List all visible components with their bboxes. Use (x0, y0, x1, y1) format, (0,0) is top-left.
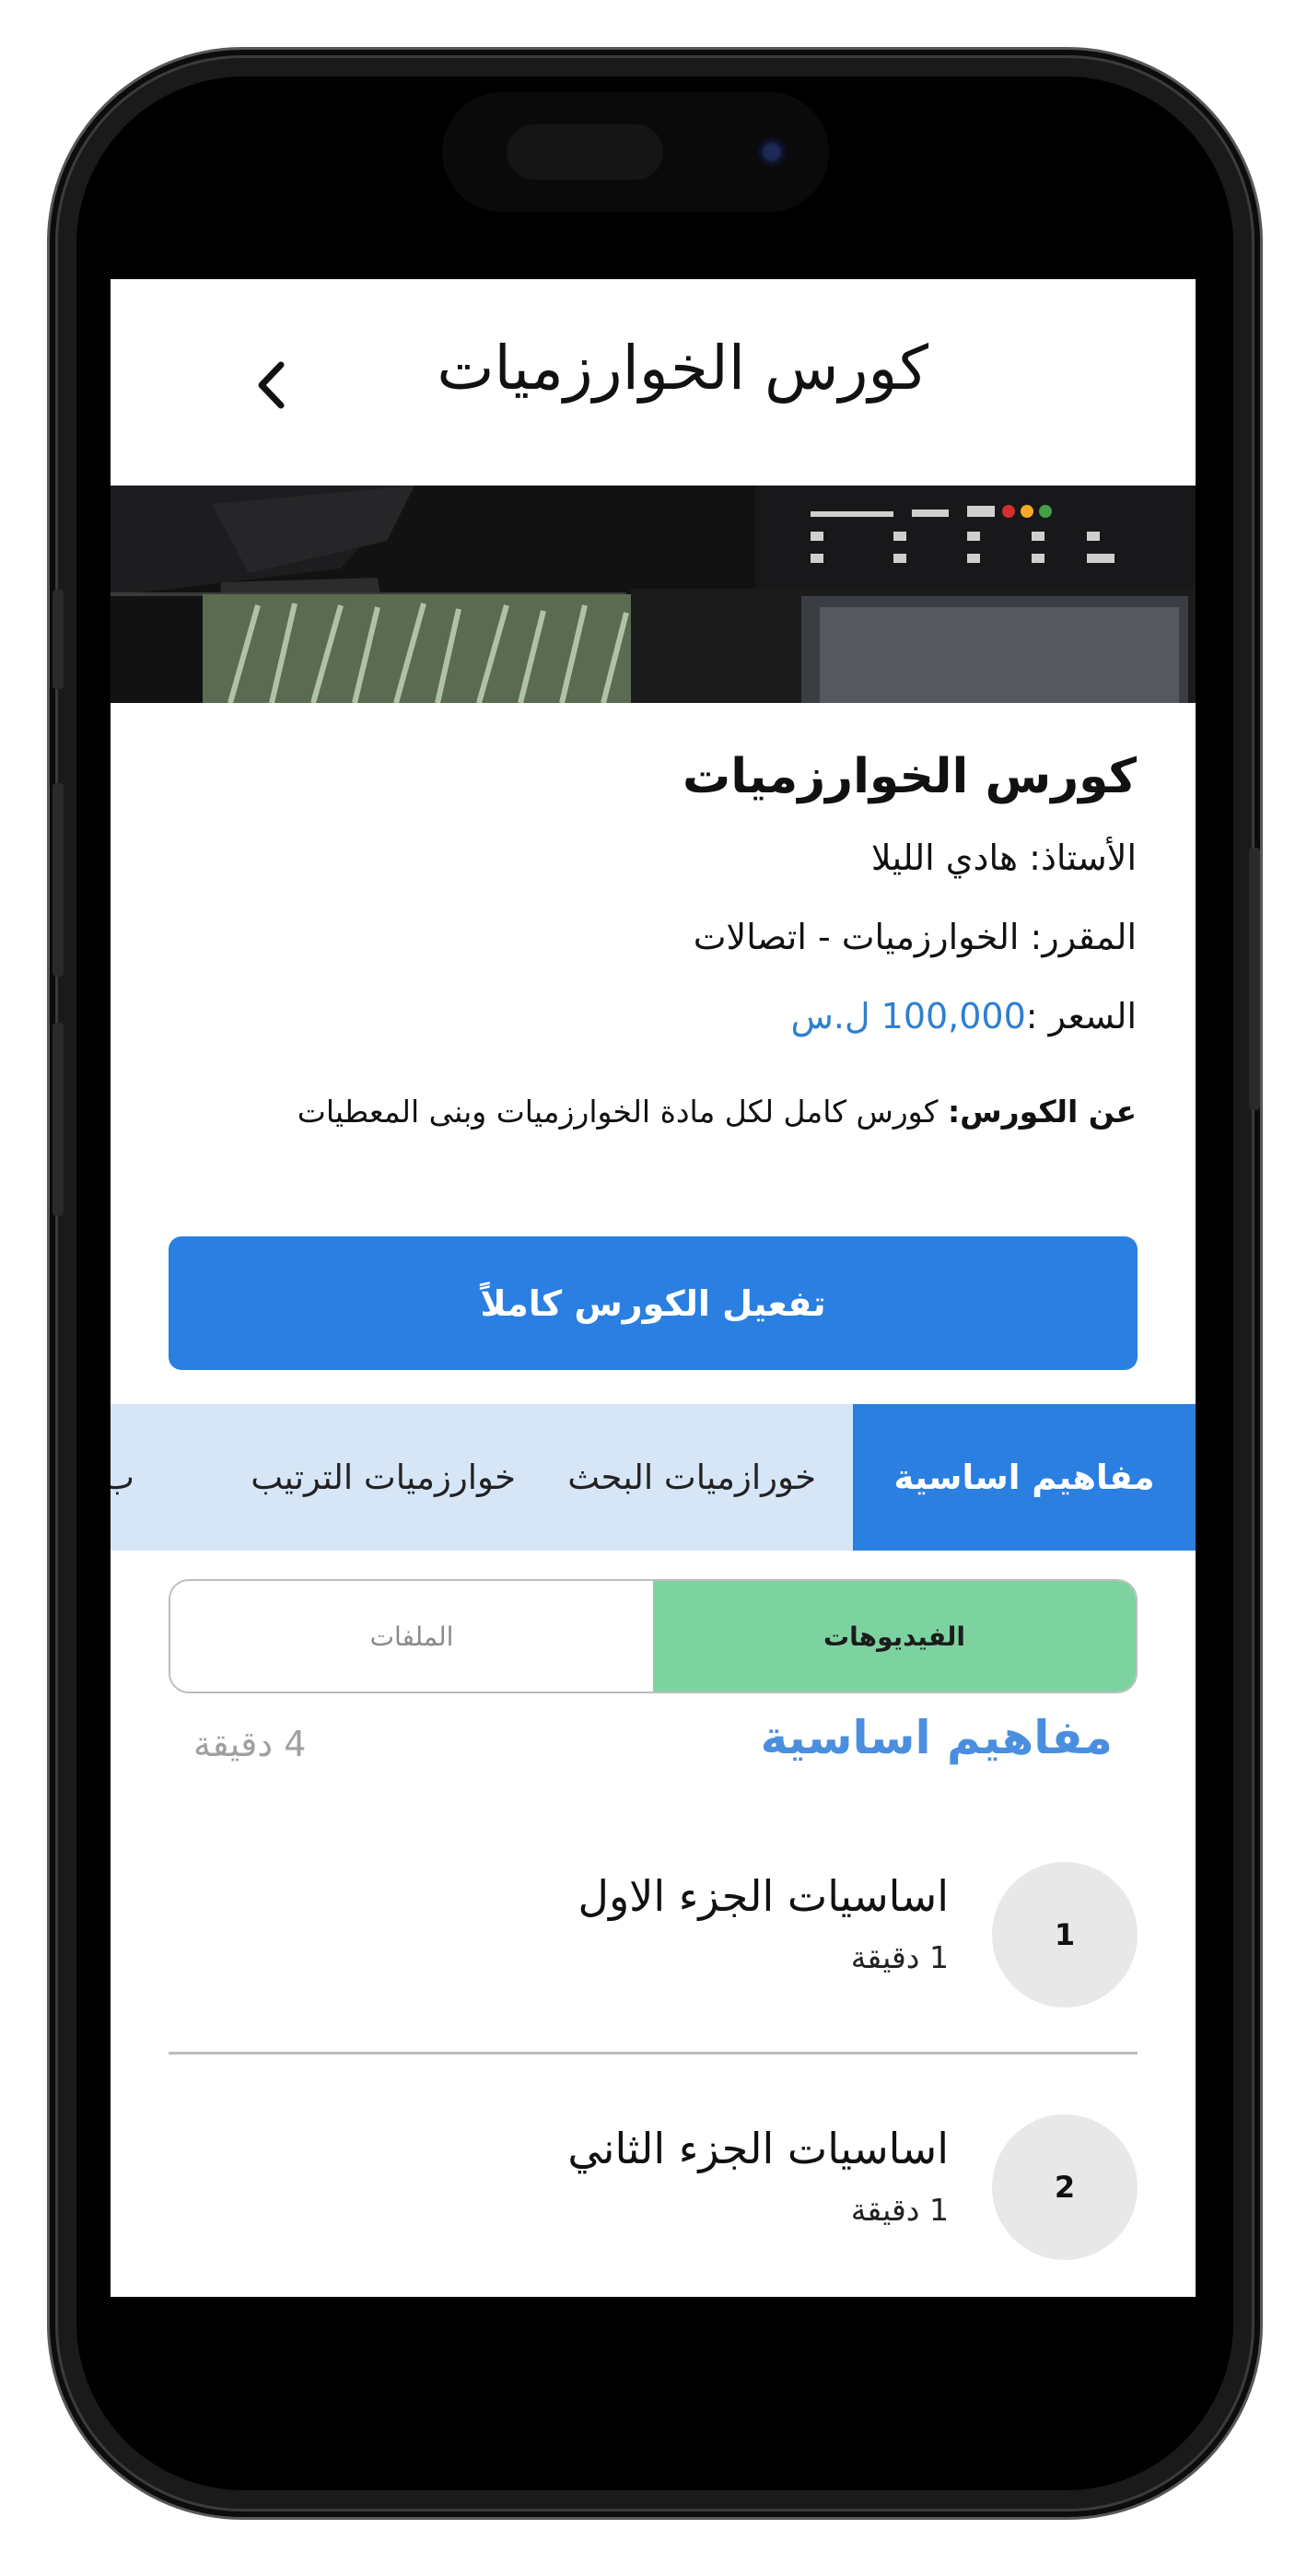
lesson-item[interactable]: 2 اساسيات الجزء الثاني 1 دقيقة (169, 2114, 1138, 2297)
cover-image-illustration (111, 486, 1196, 704)
lesson-title: اساسيات الجزء الاول (578, 1871, 949, 1921)
action-button (53, 590, 64, 689)
lesson-number-badge: 1 (992, 1862, 1138, 2008)
price-line: السعر :100,000 ل.س (790, 996, 1137, 1036)
instructor-line: الأستاذ: هادي الليلا (870, 837, 1137, 878)
price-value: 100,000 ل.س (790, 996, 1026, 1036)
power-button (1249, 848, 1260, 1110)
subject-line: المقرر: الخوارزميات - اتصالات (693, 917, 1137, 957)
videos-tab[interactable]: الفيديوهات (653, 1581, 1136, 1692)
top-app-bar: كورس الخوارزميات (111, 279, 1196, 486)
tab-sorting-algorithms[interactable]: خوارزميات الترتيب (251, 1404, 516, 1551)
back-button[interactable] (230, 334, 313, 436)
lesson-divider (169, 2052, 1138, 2055)
lesson-title: اساسيات الجزء الثاني (567, 2124, 949, 2173)
section-title: مفاهيم اساسية (760, 1711, 1113, 1764)
lesson-duration: 1 دقيقة (850, 2192, 949, 2228)
about-label: عن الكورس: (947, 1094, 1137, 1130)
volume-down-button (53, 1023, 64, 1216)
chevron-left-icon (258, 361, 285, 409)
lesson-number-badge: 2 (992, 2114, 1138, 2260)
lesson-item[interactable]: 1 اساسيات الجزء الاول 1 دقيقة (169, 1862, 1138, 2046)
app-screen: كورس الخوارزميات كورس الخوارزميات الأستا… (111, 279, 1196, 2297)
camera-icon (755, 135, 788, 169)
island-sensor (507, 124, 663, 180)
course-cover-image (111, 486, 1196, 704)
page-title: كورس الخوارزميات (437, 333, 928, 404)
tab-search-algorithms[interactable]: خورازميات البحث (567, 1404, 816, 1551)
price-label: السعر : (1025, 996, 1137, 1036)
course-name: كورس الخوارزميات (683, 749, 1137, 804)
about-text: كورس كامل لكل مادة الخوارزميات وبنى المع… (297, 1094, 939, 1130)
volume-up-button (53, 783, 64, 977)
content-type-toggle: الفيديوهات الملفات (169, 1579, 1138, 1693)
tab-next-partial[interactable]: ب (111, 1404, 134, 1551)
chapter-tabs: مفاهيم اساسية خورازميات البحث خوارزميات … (111, 1404, 1196, 1551)
lesson-duration: 1 دقيقة (850, 1939, 949, 1975)
dynamic-island (442, 92, 829, 212)
about-course: عن الكورس: كورس كامل لكل مادة الخوارزميا… (169, 1088, 1137, 1136)
files-tab[interactable]: الملفات (170, 1581, 653, 1692)
activate-course-button[interactable]: تفعيل الكورس كاملاً (169, 1236, 1138, 1370)
tab-basic-concepts[interactable]: مفاهيم اساسية (853, 1404, 1196, 1551)
section-duration: 4 دقيقة (193, 1724, 307, 1764)
